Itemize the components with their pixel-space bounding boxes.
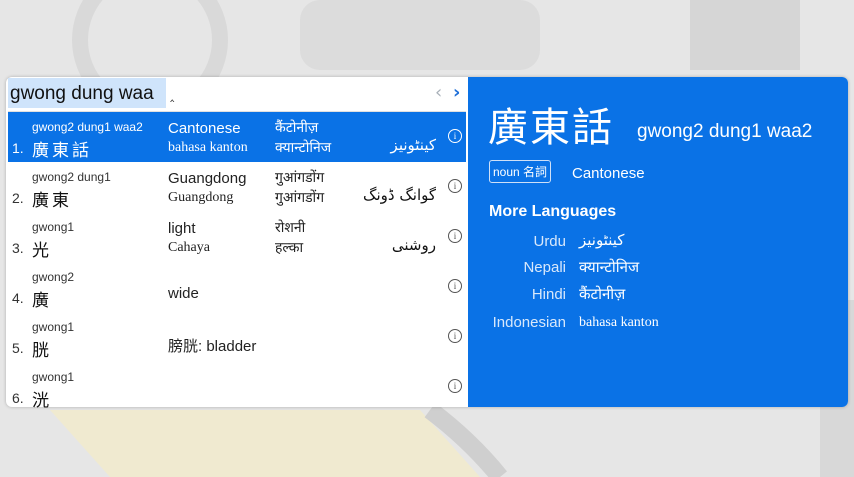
info-icon[interactable]: i bbox=[448, 229, 462, 243]
result-english: light bbox=[168, 220, 196, 237]
info-icon[interactable]: i bbox=[448, 329, 462, 343]
result-row-4[interactable]: gwong2 4. 廣 wide i bbox=[8, 262, 466, 312]
language-value: bahasa kanton bbox=[579, 315, 659, 330]
language-value: कैंटोनीज़ bbox=[579, 285, 626, 303]
language-name: Urdu bbox=[533, 233, 566, 250]
search-query-text: gwong dung waa bbox=[10, 83, 154, 104]
result-hanzi: 光 bbox=[32, 241, 52, 261]
language-row-indonesian: Indonesian bahasa kanton bbox=[468, 312, 848, 338]
info-icon[interactable]: i bbox=[448, 129, 462, 143]
result-index: 3. bbox=[12, 240, 24, 256]
result-english: 膀胱: bladder bbox=[168, 338, 257, 355]
entry-detail-pane: 廣東話 gwong2 dung1 waa2 noun 名詞 Cantonese … bbox=[468, 77, 848, 407]
prev-page-button[interactable]: ‹ bbox=[435, 82, 442, 103]
result-english: Guangdong bbox=[168, 170, 247, 187]
result-hindi: रोशनी bbox=[275, 220, 306, 236]
language-name: Indonesian bbox=[492, 314, 566, 331]
language-value: کینٹونیز bbox=[579, 231, 625, 249]
result-index: 5. bbox=[12, 340, 24, 356]
result-hanzi: 洸 bbox=[32, 391, 52, 411]
result-nepali: गुआंगडोंग bbox=[275, 190, 325, 206]
detail-definition: Cantonese bbox=[572, 165, 645, 182]
result-hindi: कैंटोनीज़ bbox=[275, 120, 319, 136]
result-hanzi: 胱 bbox=[32, 341, 52, 361]
detail-hanzi: 廣東話 bbox=[488, 105, 614, 151]
result-row-6[interactable]: gwong1 6. 洸 i bbox=[8, 362, 466, 412]
result-urdu: گوانگ ڈونگ bbox=[363, 186, 436, 204]
result-english: wide bbox=[168, 285, 199, 302]
language-row-urdu: Urdu کینٹونیز bbox=[468, 231, 848, 257]
language-name: Nepali bbox=[523, 259, 566, 276]
result-pronunciation: gwong2 bbox=[32, 270, 75, 284]
result-urdu: کینٹونیز bbox=[390, 136, 436, 154]
search-bar: gwong dung waa ‸ ‹ › bbox=[8, 78, 466, 112]
detail-pronunciation: gwong2 dung1 waa2 bbox=[637, 121, 813, 142]
result-hanzi: 廣東話 bbox=[32, 141, 92, 161]
more-languages-heading: More Languages bbox=[489, 203, 617, 220]
result-pronunciation: gwong1 bbox=[32, 370, 75, 384]
result-pronunciation: gwong2 dung1 waa2 bbox=[32, 120, 143, 134]
result-pronunciation: gwong2 dung1 bbox=[32, 170, 111, 184]
part-of-speech-badge: noun 名詞 bbox=[489, 160, 552, 183]
result-indonesian: Guangdong bbox=[168, 190, 234, 205]
next-page-button[interactable]: › bbox=[453, 82, 460, 103]
result-hanzi: 廣 bbox=[32, 291, 52, 311]
info-icon[interactable]: i bbox=[448, 279, 462, 293]
result-nepali: क्यान्टोनिज bbox=[275, 140, 332, 156]
language-value: क्यान्टोनिज bbox=[579, 258, 640, 276]
result-row-3[interactable]: gwong1 3. 光 light Cahaya रोशनी हल्का روش… bbox=[8, 212, 466, 262]
result-indonesian: Cahaya bbox=[168, 240, 210, 255]
result-nepali: हल्का bbox=[275, 240, 304, 256]
result-pronunciation: gwong1 bbox=[32, 320, 75, 334]
result-urdu: روشنی bbox=[391, 236, 436, 254]
info-icon[interactable]: i bbox=[448, 379, 462, 393]
result-index: 1. bbox=[12, 140, 24, 156]
caret-icon: ‸ bbox=[170, 88, 175, 103]
search-input[interactable]: gwong dung waa bbox=[8, 78, 172, 110]
result-pronunciation: gwong1 bbox=[32, 220, 75, 234]
info-icon[interactable]: i bbox=[448, 179, 462, 193]
results-list: gwong2 dung1 waa2 1. 廣東話 Cantonese bahas… bbox=[8, 112, 466, 412]
language-row-hindi: Hindi कैंटोनीज़ bbox=[468, 284, 848, 310]
result-row-2[interactable]: gwong2 dung1 2. 廣東 Guangdong Guangdong ग… bbox=[8, 162, 466, 212]
result-hindi: गुआंगडोंग bbox=[275, 170, 325, 186]
result-hanzi: 廣東 bbox=[32, 191, 72, 211]
result-english: Cantonese bbox=[168, 120, 241, 137]
result-index: 2. bbox=[12, 190, 24, 206]
result-indonesian: bahasa kanton bbox=[168, 140, 248, 155]
result-row-5[interactable]: gwong1 5. 胱 膀胱: bladder i bbox=[8, 312, 466, 362]
language-row-nepali: Nepali क्यान्टोनिज bbox=[468, 257, 848, 283]
result-row-1[interactable]: gwong2 dung1 waa2 1. 廣東話 Cantonese bahas… bbox=[8, 112, 466, 162]
result-index: 6. bbox=[12, 390, 24, 406]
result-index: 4. bbox=[12, 290, 24, 306]
language-name: Hindi bbox=[531, 286, 566, 303]
